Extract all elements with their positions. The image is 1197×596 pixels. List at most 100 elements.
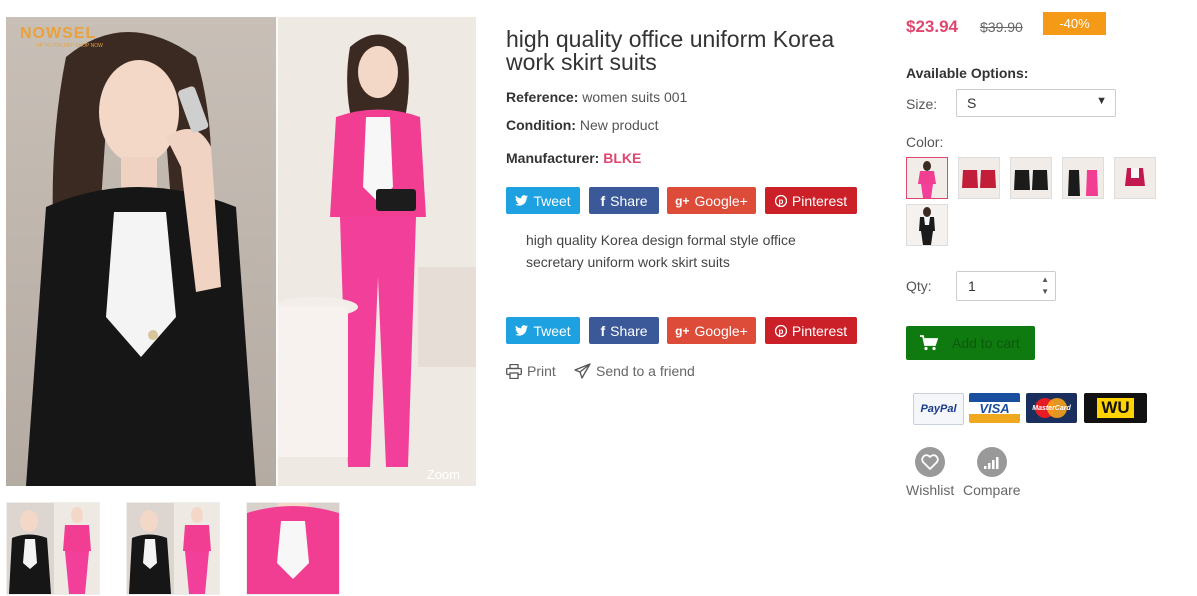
send-to-friend-link[interactable]: Send to a friend [574, 363, 695, 379]
brand-tagline: UP TO 70% OFF SHOP NOW [36, 43, 103, 49]
visa-logo: VISA [969, 393, 1020, 423]
reference-row: Reference: women suits 001 [506, 89, 687, 105]
color-swatch-black-2[interactable] [906, 204, 948, 246]
add-to-cart-button[interactable]: Add to cart [906, 326, 1035, 360]
product-title: high quality office uniform Korea work s… [506, 26, 835, 75]
zoom-link[interactable]: Zoom [427, 467, 460, 482]
discount-badge: -40% [1043, 12, 1106, 35]
google-plus-button-2[interactable]: g+ Google+ [667, 317, 756, 344]
signal-bars-icon [984, 457, 999, 469]
paypal-text: PayPal [920, 403, 957, 415]
color-swatch-rose-image [1115, 158, 1155, 198]
condition-label: Condition: [506, 117, 576, 133]
thumbnail-2[interactable] [126, 502, 220, 595]
tweet-label: Tweet [533, 192, 571, 209]
qty-label: Qty: [906, 278, 932, 294]
pinterest-label: Pinterest [791, 322, 848, 339]
mastercard-logo: MasterCard [1026, 393, 1077, 423]
main-product-image[interactable]: NOWSEL UP TO 70% OFF SHOP NOW Zoom [6, 17, 476, 486]
google-plus-label: Google+ [694, 192, 748, 209]
thumbnail-2-image [127, 503, 219, 594]
twitter-icon [515, 195, 529, 206]
size-label: Size: [906, 96, 938, 112]
thumbnail-3-image [247, 503, 339, 594]
pinterest-icon: p [774, 324, 787, 337]
color-swatch-rose[interactable] [1114, 157, 1156, 199]
paper-plane-icon [574, 363, 591, 379]
tweet-button[interactable]: Tweet [506, 187, 580, 214]
print-label: Print [527, 363, 556, 379]
color-swatch-red[interactable] [958, 157, 1000, 199]
condition-row: Condition: New product [506, 117, 658, 133]
pinterest-label: Pinterest [791, 192, 848, 209]
thumbnail-1[interactable] [6, 502, 100, 595]
current-price: $23.94 [906, 17, 958, 36]
mastercard-text: MasterCard [1032, 404, 1071, 412]
send-to-friend-label: Send to a friend [596, 363, 695, 379]
facebook-icon: f [600, 192, 606, 209]
reference-value: women suits 001 [582, 89, 688, 105]
pinterest-icon: p [774, 194, 787, 207]
heart-icon [921, 454, 939, 470]
manufacturer-label: Manufacturer: [506, 150, 600, 166]
quantity-stepper[interactable]: 1 ▲ ▼ [956, 271, 1056, 301]
pinterest-button-2[interactable]: p Pinterest [765, 317, 857, 344]
image-left-panel [6, 17, 276, 486]
print-link[interactable]: Print [506, 363, 556, 379]
increment-icon[interactable]: ▲ [1041, 275, 1049, 284]
chevron-down-icon: ▼ [1096, 95, 1107, 107]
qty-value: 1 [968, 278, 976, 294]
google-plus-label: Google+ [694, 322, 748, 339]
color-swatch-black-2-image [907, 205, 947, 245]
model-black-suit-illustration [26, 32, 256, 486]
paypal-logo: PayPal [913, 393, 964, 425]
manufacturer-link[interactable]: BLKE [603, 150, 641, 166]
google-plus-icon: g+ [675, 193, 690, 208]
cart-icon [920, 335, 938, 351]
color-swatch-red-image [959, 158, 999, 198]
facebook-share-button-2[interactable]: f Share [589, 317, 659, 344]
product-description: high quality Korea design formal style o… [526, 232, 796, 270]
brand-logo: NOWSEL [20, 25, 97, 42]
add-to-cart-label: Add to cart [952, 335, 1020, 351]
compare-label[interactable]: Compare [963, 482, 1021, 498]
available-options-title: Available Options: [906, 65, 1029, 81]
decrement-icon[interactable]: ▼ [1041, 287, 1049, 296]
svg-text:p: p [778, 327, 783, 336]
color-swatch-black[interactable] [1010, 157, 1052, 199]
google-plus-button[interactable]: g+ Google+ [667, 187, 756, 214]
pinterest-button[interactable]: p Pinterest [765, 187, 857, 214]
western-union-text: WU [1097, 398, 1134, 418]
model-pink-suit-illustration [274, 17, 476, 486]
facebook-icon: f [600, 322, 606, 339]
western-union-logo: WU [1084, 393, 1147, 423]
printer-icon [506, 363, 522, 379]
svg-text:p: p [778, 197, 783, 206]
color-swatch-pink[interactable] [906, 157, 948, 199]
color-swatch-pink-2[interactable] [1062, 157, 1104, 199]
twitter-icon [515, 325, 529, 336]
manufacturer-row: Manufacturer: BLKE [506, 150, 641, 166]
color-label: Color: [906, 134, 944, 150]
color-swatch-pink-2-image [1063, 158, 1103, 198]
color-swatch-pink-image [907, 158, 947, 198]
size-select[interactable]: S ▼ [956, 89, 1116, 117]
thumbnail-3[interactable] [246, 502, 340, 595]
google-plus-icon: g+ [675, 323, 690, 338]
facebook-share-button[interactable]: f Share [589, 187, 659, 214]
image-right-panel [274, 17, 476, 486]
color-swatch-black-image [1011, 158, 1051, 198]
facebook-label: Share [610, 322, 648, 339]
size-value: S [967, 95, 977, 111]
visa-text: VISA [979, 400, 1010, 416]
old-price: $39.90 [980, 19, 1023, 35]
facebook-label: Share [610, 192, 648, 209]
tweet-label: Tweet [533, 322, 571, 339]
condition-value: New product [579, 117, 659, 133]
tweet-button-2[interactable]: Tweet [506, 317, 580, 344]
wishlist-button[interactable] [915, 447, 945, 477]
compare-button[interactable] [977, 447, 1007, 477]
reference-label: Reference: [506, 89, 579, 105]
thumbnail-1-image [7, 503, 99, 594]
wishlist-label[interactable]: Wishlist [906, 482, 954, 498]
